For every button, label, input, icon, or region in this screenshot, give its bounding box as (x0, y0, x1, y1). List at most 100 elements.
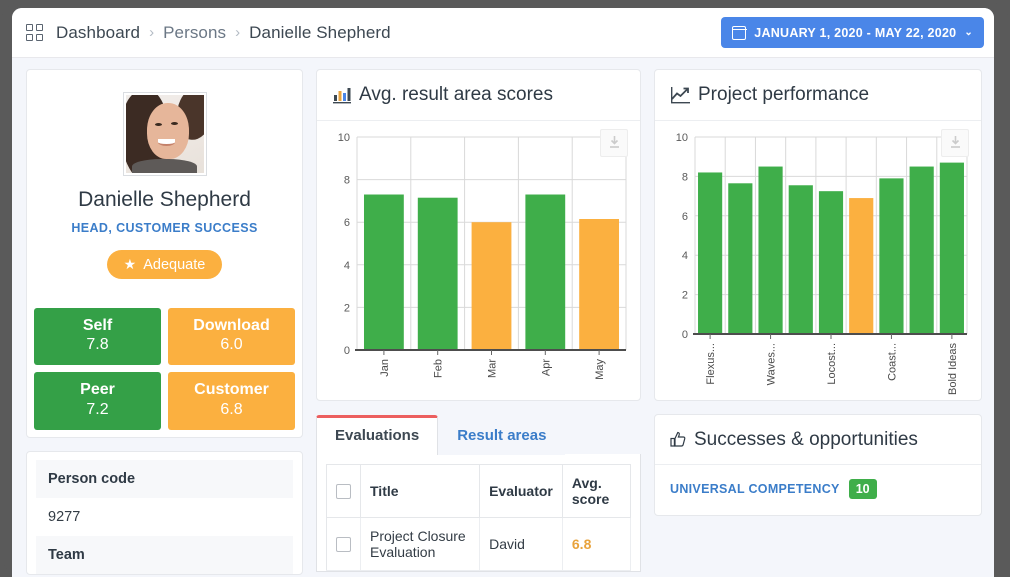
table-header-score: Avg. score (562, 465, 630, 518)
score-tile-value: 7.2 (38, 400, 157, 420)
calendar-icon (732, 26, 746, 40)
bar-chart-avg-scores: 0246810JanFebMarAprMay (323, 131, 634, 396)
tab-evaluations[interactable]: Evaluations (316, 415, 438, 455)
svg-text:Coast...: Coast... (886, 343, 898, 381)
svg-text:Jan: Jan (379, 359, 391, 377)
table-header-select (327, 465, 361, 518)
grid-icon (26, 24, 43, 41)
svg-text:6: 6 (344, 217, 350, 229)
person-summary: Danielle Shepherd HEAD, CUSTOMER SUCCESS… (27, 70, 302, 301)
breadcrumb-item-current: Danielle Shepherd (249, 23, 391, 43)
svg-text:0: 0 (344, 345, 350, 357)
dashboard-row: Danielle Shepherd HEAD, CUSTOMER SUCCESS… (26, 69, 980, 575)
score-tile-value: 6.8 (172, 400, 291, 420)
left-column: Danielle Shepherd HEAD, CUSTOMER SUCCESS… (26, 69, 303, 575)
row-score: 6.8 (562, 518, 630, 571)
date-range-label: JANUARY 1, 2020 - MAY 22, 2020 (754, 26, 956, 40)
score-tile-value: 7.8 (38, 335, 157, 355)
svg-text:Waves...: Waves... (766, 343, 778, 385)
row-evaluator: David (480, 518, 563, 571)
svg-text:10: 10 (338, 132, 350, 144)
svg-text:Locost...: Locost... (826, 343, 838, 385)
tabs-section: Evaluations Result areas Title (316, 414, 641, 572)
score-tile-download[interactable]: Download 6.0 (168, 308, 295, 365)
score-tile-customer[interactable]: Customer 6.8 (168, 372, 295, 429)
svg-text:6: 6 (682, 211, 688, 223)
detail-label-team: Team (36, 536, 293, 574)
tab-result-areas[interactable]: Result areas (438, 414, 565, 455)
detail-label-person-code: Person code (36, 460, 293, 498)
row-checkbox-cell (327, 518, 361, 571)
page-content: Danielle Shepherd HEAD, CUSTOMER SUCCESS… (12, 58, 994, 577)
row-checkbox[interactable] (336, 537, 351, 552)
svg-text:Apr: Apr (540, 359, 552, 376)
success-item-label[interactable]: UNIVERSAL COMPETENCY (670, 482, 840, 496)
breadcrumb: Dashboard › Persons › Danielle Shepherd (26, 23, 391, 43)
table-header-row: Title Evaluator Avg. score (327, 465, 631, 518)
svg-text:4: 4 (344, 260, 350, 272)
person-details-card: Person code 9277 Team (26, 451, 303, 575)
breadcrumb-separator: › (235, 24, 240, 41)
project-performance-card: Project performance 0 2 4 6 8 10 Flexus... Wave… (654, 69, 982, 401)
card-title: Successes & opportunities (655, 415, 981, 465)
bar-chart-icon (333, 86, 351, 109)
success-item-count: 10 (849, 479, 877, 499)
svg-text:2: 2 (344, 303, 350, 315)
person-role: HEAD, CUSTOMER SUCCESS (41, 221, 288, 235)
tab-bar: Evaluations Result areas (316, 414, 641, 455)
svg-text:2: 2 (682, 290, 688, 302)
card-title: Project performance (655, 70, 981, 121)
date-range-button[interactable]: JANUARY 1, 2020 - MAY 22, 2020 ⌄ (721, 17, 984, 48)
right-column: Project performance 0 2 4 6 8 10 Flexus... Wave… (654, 69, 982, 516)
evaluations-table: Title Evaluator Avg. score (326, 464, 631, 571)
score-tile-value: 6.0 (172, 335, 291, 355)
download-icon[interactable] (941, 129, 969, 157)
download-icon[interactable] (600, 129, 628, 157)
bar-chart-project-performance: 0 2 4 6 8 10 Flexus... Waves... Locost... Coast..… (661, 131, 975, 396)
select-all-checkbox[interactable] (336, 484, 351, 499)
score-tile-peer[interactable]: Peer 7.2 (34, 372, 161, 429)
table-header-title: Title (361, 465, 480, 518)
chevron-down-icon: ⌄ (964, 27, 973, 38)
svg-text:10: 10 (676, 132, 688, 144)
svg-text:Flexus...: Flexus... (705, 343, 717, 385)
card-title: Avg. result area scores (317, 70, 640, 121)
table-row[interactable]: Project Closure Evaluation David 6.8 (327, 518, 631, 571)
chart-avg-result-area-scores: 0246810JanFebMarAprMay (317, 121, 640, 400)
svg-text:0: 0 (682, 329, 688, 341)
score-tile-label: Customer (172, 381, 291, 399)
svg-text:8: 8 (344, 175, 350, 187)
score-tile-label: Peer (38, 381, 157, 399)
breadcrumb-item-dashboard[interactable]: Dashboard (56, 23, 140, 43)
svg-text:4: 4 (682, 250, 688, 262)
score-tile-label: Download (172, 317, 291, 335)
svg-text:Mar: Mar (487, 359, 499, 378)
breadcrumb-item-persons[interactable]: Persons (163, 23, 226, 43)
svg-text:May: May (594, 359, 606, 380)
top-bar: Dashboard › Persons › Danielle Shepherd … (12, 8, 994, 58)
detail-value-person-code: 9277 (36, 498, 293, 536)
person-name: Danielle Shepherd (41, 188, 288, 212)
svg-text:8: 8 (682, 172, 688, 184)
chart-project-performance: 0 2 4 6 8 10 Flexus... Waves... Locost... Coast..… (655, 121, 981, 400)
middle-column: Avg. result area scores 0246810JanFebMar… (316, 69, 641, 572)
successes-list: UNIVERSAL COMPETENCY 10 (655, 465, 981, 515)
person-card: Danielle Shepherd HEAD, CUSTOMER SUCCESS… (26, 69, 303, 438)
card-title-text: Successes & opportunities (694, 429, 918, 451)
successes-card: Successes & opportunities UNIVERSAL COMP… (654, 414, 982, 516)
breadcrumb-separator: › (149, 24, 154, 41)
score-tiles: Self 7.8 Download 6.0 Peer 7.2 Custome (27, 301, 302, 437)
card-title-text: Avg. result area scores (359, 84, 553, 105)
status-badge-label: Adequate (143, 257, 205, 273)
avatar (123, 92, 207, 176)
avg-result-area-scores-card: Avg. result area scores 0246810JanFebMar… (316, 69, 641, 401)
card-title-text: Project performance (698, 84, 869, 105)
thumbs-up-icon (670, 431, 687, 454)
table-header-evaluator: Evaluator (480, 465, 563, 518)
line-chart-icon (671, 86, 690, 109)
star-icon: ★ (124, 256, 137, 273)
svg-text:Bold Ideas: Bold Ideas (947, 343, 959, 395)
status-badge[interactable]: ★ Adequate (107, 250, 223, 279)
score-tile-self[interactable]: Self 7.8 (34, 308, 161, 365)
tab-panel-evaluations: Title Evaluator Avg. score (316, 454, 641, 572)
